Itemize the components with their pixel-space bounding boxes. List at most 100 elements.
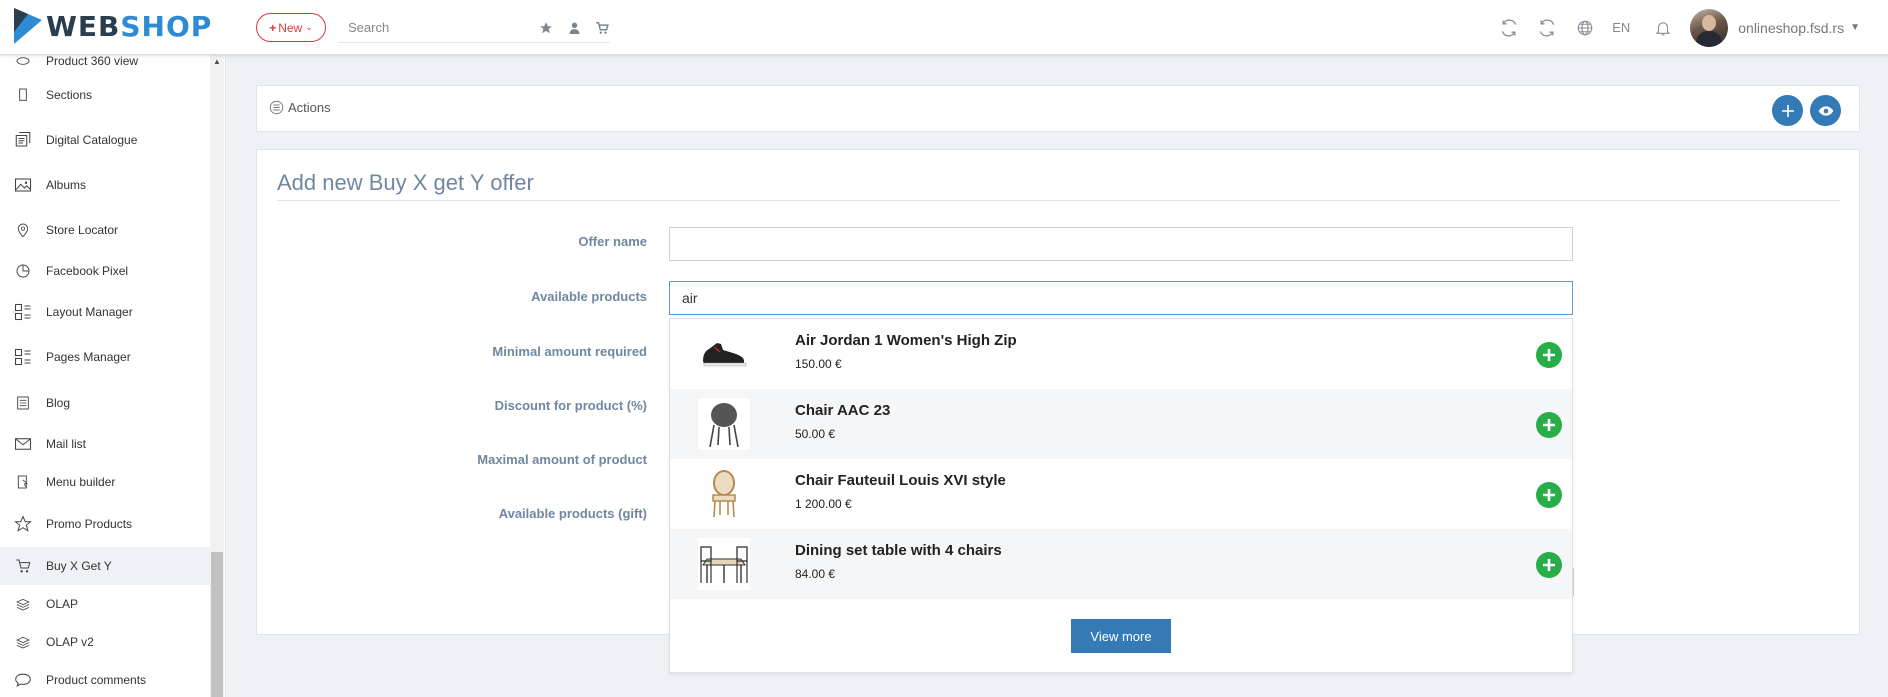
user-icon[interactable]: [566, 20, 582, 36]
search-result-item[interactable]: Dining set table with 4 chairs 84.00 €: [670, 529, 1572, 599]
maximal-amount-label: Maximal amount of product: [477, 452, 647, 467]
new-button-label: New: [278, 20, 303, 35]
layers-icon: [14, 595, 32, 613]
add-product-button[interactable]: [1536, 482, 1562, 508]
webshop-logo[interactable]: WEBSHOP: [14, 6, 212, 46]
page-icon: [14, 86, 32, 104]
sidebar-item-mail-list[interactable]: Mail list: [0, 425, 210, 463]
add-product-button[interactable]: [1536, 412, 1562, 438]
sidebar-item-layout-manager[interactable]: Layout Manager: [0, 293, 210, 331]
search-input[interactable]: [338, 20, 527, 35]
actions-panel: Actions: [256, 85, 1860, 132]
scroll-up-arrow-icon[interactable]: ▲: [210, 57, 224, 69]
new-button[interactable]: + New ⌄: [256, 13, 326, 42]
sidebar-item-label: Pages Manager: [46, 350, 131, 364]
language-selector[interactable]: EN: [1612, 20, 1630, 35]
bell-icon[interactable]: [1652, 17, 1674, 39]
chair-image: [698, 398, 750, 450]
comment-icon: [14, 671, 32, 689]
offer-name-input[interactable]: [669, 227, 1573, 261]
layout-icon: [14, 303, 32, 321]
sidebar-item-menu-builder[interactable]: Menu builder: [0, 463, 210, 501]
sidebar-item-product-comments[interactable]: Product comments: [0, 661, 210, 697]
plus-icon: [1543, 559, 1555, 571]
plus-icon: [1543, 349, 1555, 361]
add-button[interactable]: [1772, 95, 1803, 126]
sidebar-item-albums[interactable]: Albums: [0, 166, 210, 204]
avatar[interactable]: [1690, 8, 1729, 47]
sidebar-item-label: Product comments: [46, 673, 147, 687]
pie-chart-icon: [14, 262, 32, 280]
plus-icon: [1543, 419, 1555, 431]
plus-icon: [1543, 489, 1555, 501]
result-price: 50.00 €: [795, 427, 836, 441]
refresh-icon[interactable]: [1498, 17, 1520, 39]
sidebar-item-label: Layout Manager: [46, 305, 133, 319]
sidebar-item-olap-v2[interactable]: OLAP v2: [0, 623, 210, 661]
search-result-item[interactable]: Air Jordan 1 Women's High Zip 150.00 €: [670, 319, 1572, 389]
sidebar-item-label: Buy X Get Y: [46, 559, 112, 573]
title-divider: [277, 200, 1840, 201]
sidebar-item-label: Menu builder: [46, 475, 116, 489]
search-result-item[interactable]: Chair Fauteuil Louis XVI style 1 200.00 …: [670, 459, 1572, 529]
search-result-item[interactable]: Chair AAC 23 50.00 €: [670, 389, 1572, 459]
cart-icon[interactable]: [594, 20, 610, 36]
scrollbar-thumb[interactable]: [211, 552, 223, 697]
star-icon[interactable]: [538, 20, 554, 36]
layers-icon: [14, 633, 32, 651]
header-search: [338, 13, 610, 43]
sidebar-item-pages-manager[interactable]: Pages Manager: [0, 338, 210, 376]
sidebar-item-digital-catalogue[interactable]: Digital Catalogue: [0, 121, 210, 159]
actions-toggle[interactable]: Actions: [269, 100, 331, 115]
menu-icon: [14, 473, 32, 491]
sidebar-item-label: OLAP: [46, 597, 79, 611]
sidebar-item-blog[interactable]: Blog: [0, 384, 210, 422]
globe-icon[interactable]: [1574, 17, 1596, 39]
product-search-results: Air Jordan 1 Women's High Zip 150.00 € C…: [669, 318, 1573, 673]
result-price: 150.00 €: [795, 357, 842, 371]
sidebar-item-label: Mail list: [46, 437, 87, 451]
cart-icon: [14, 557, 32, 575]
result-name: Dining set table with 4 chairs: [795, 542, 1002, 559]
page-title: Add new Buy X get Y offer: [277, 170, 534, 195]
sidebar-item-label: Blog: [46, 396, 71, 410]
sidebar-item-label: Store Locator: [46, 223, 119, 237]
list-icon: [269, 100, 284, 115]
sidebar-item-buy-x-get-y[interactable]: Buy X Get Y: [0, 547, 210, 585]
sidebar-item-store-locator[interactable]: Store Locator: [0, 211, 210, 249]
site-name[interactable]: onlineshop.fsd.rs: [1738, 20, 1844, 36]
header-right-controls: EN onlineshop.fsd.rs ▼: [1498, 0, 1888, 55]
sidebar-item-olap[interactable]: OLAP: [0, 585, 210, 623]
star-icon: [14, 515, 32, 533]
plus-icon: +: [269, 20, 277, 35]
image-icon: [14, 176, 32, 194]
caret-down-icon[interactable]: ▼: [1850, 22, 1860, 33]
available-products-input[interactable]: [669, 281, 1573, 315]
map-pin-icon: [14, 221, 32, 239]
sidebar-item-facebook-pixel[interactable]: Facebook Pixel: [0, 252, 210, 290]
sidebar-scrollbar[interactable]: ▲: [210, 55, 224, 697]
sidebar-item-label: Product 360 view: [46, 55, 139, 68]
view-more-button[interactable]: View more: [1071, 619, 1171, 653]
sidebar-item-label: Sections: [46, 88, 93, 102]
result-name: Chair AAC 23: [795, 402, 891, 419]
gift-products-label: Available products (gift): [498, 506, 647, 521]
sidebar-item-label: Albums: [46, 178, 87, 192]
layout-icon: [14, 348, 32, 366]
eye-icon: [1818, 105, 1833, 116]
sidebar-item-label: OLAP v2: [46, 635, 94, 649]
available-products-label: Available products: [531, 289, 647, 304]
sidebar-item-promo-products[interactable]: Promo Products: [0, 505, 210, 543]
rotate-icon: [14, 55, 32, 70]
logo-mark-icon: [14, 8, 42, 44]
offer-name-label: Offer name: [578, 234, 647, 249]
sidebar-item-sections[interactable]: Sections: [0, 76, 210, 114]
minimal-amount-label: Minimal amount required: [492, 344, 647, 359]
add-product-button[interactable]: [1536, 342, 1562, 368]
sync-icon[interactable]: [1536, 17, 1558, 39]
armchair-image: [698, 468, 750, 520]
preview-button[interactable]: [1810, 95, 1841, 126]
add-product-button[interactable]: [1536, 552, 1562, 578]
chevron-down-icon: ⌄: [305, 22, 313, 32]
result-price: 84.00 €: [795, 567, 836, 581]
